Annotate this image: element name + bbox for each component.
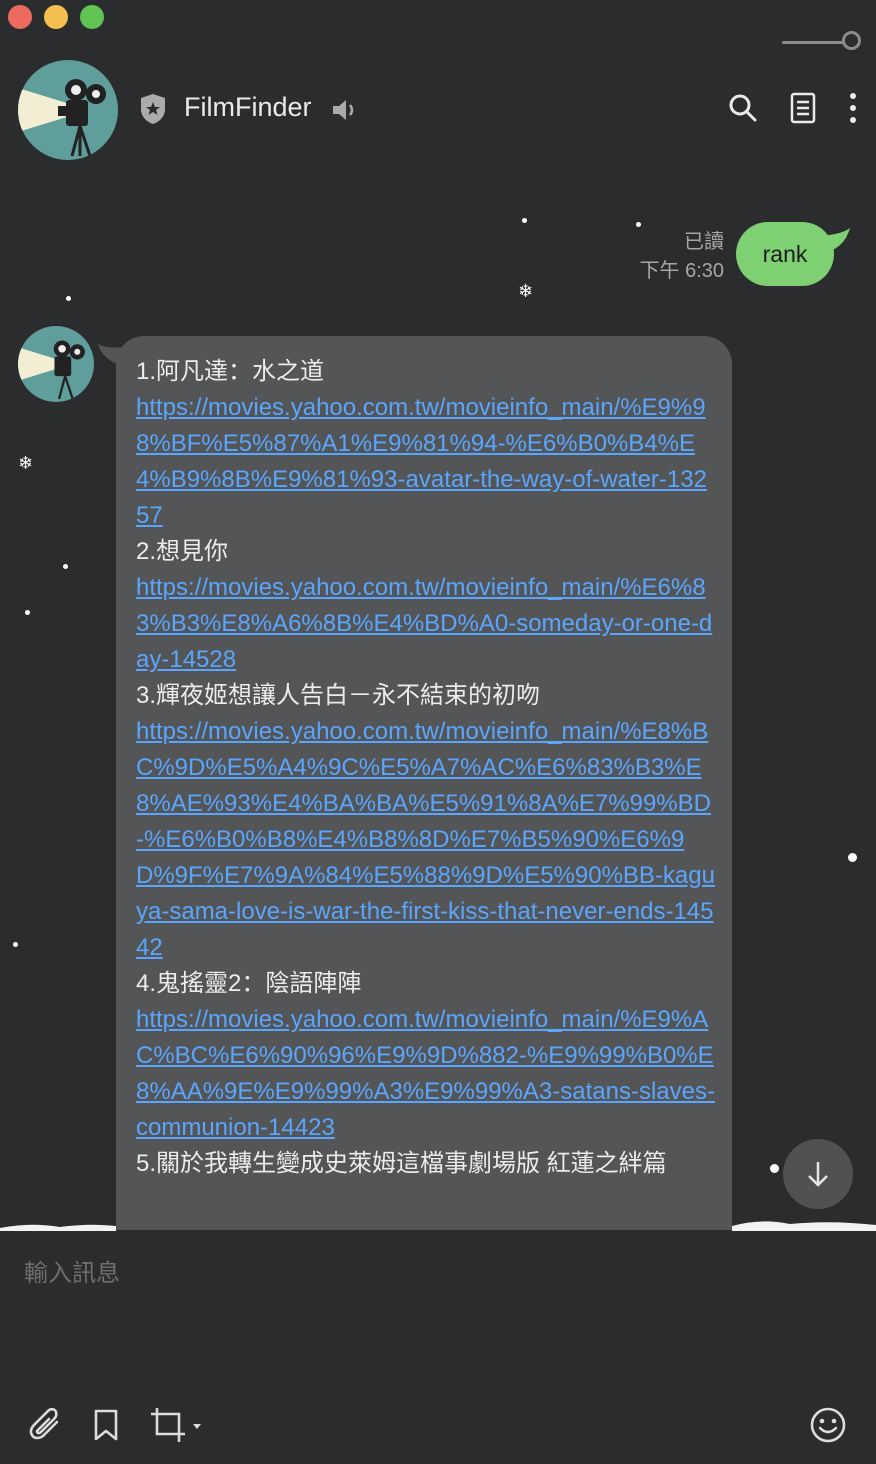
message-body: 1.阿凡達：水之道 https://movies.yahoo.com.tw/mo… <box>136 354 716 1182</box>
close-window-button[interactable] <box>8 5 32 29</box>
snowflake-icon: ❄ <box>18 453 34 474</box>
message-meta: 已讀 下午 6:30 <box>640 228 724 286</box>
zoom-window-button[interactable] <box>80 5 104 29</box>
movie-link[interactable]: https://movies.yahoo.com.tw/movieinfo_ma… <box>136 390 716 534</box>
sent-message-text: rank <box>762 240 808 267</box>
movie-title: 1.阿凡達：水之道 <box>136 358 325 385</box>
received-message-bubble[interactable]: 1.阿凡達：水之道 https://movies.yahoo.com.tw/mo… <box>116 336 732 1230</box>
snow-dot <box>63 564 68 569</box>
chat-title: FilmFinder <box>184 92 312 122</box>
arrow-down-icon <box>808 1162 828 1187</box>
opacity-slider[interactable] <box>782 30 866 54</box>
more-icon[interactable] <box>836 90 870 126</box>
snow-bank <box>0 1221 876 1232</box>
bookmark-icon[interactable] <box>86 1403 126 1447</box>
chat-avatar[interactable] <box>18 60 118 160</box>
movie-link[interactable]: https://movies.yahoo.com.tw/movieinfo_ma… <box>136 714 716 966</box>
sent-message-bubble[interactable]: rank <box>736 222 834 286</box>
message-time: 下午 6:30 <box>639 260 724 282</box>
emoji-icon[interactable] <box>808 1403 848 1447</box>
snowflake-icon: ❄ <box>518 281 534 302</box>
slider-track <box>782 41 844 44</box>
search-icon[interactable] <box>726 90 760 126</box>
snow-dot <box>636 222 641 227</box>
speaker-icon[interactable] <box>330 96 358 124</box>
snow-dot <box>25 610 30 615</box>
notes-icon[interactable] <box>786 90 820 126</box>
chat-header: FilmFinder <box>18 60 876 160</box>
snow-dot <box>848 853 857 862</box>
bot-avatar[interactable] <box>18 326 94 402</box>
read-label: 已讀 <box>684 231 724 253</box>
movie-title: 2.想見你 <box>136 538 229 565</box>
message-composer <box>0 1231 876 1464</box>
movie-link[interactable]: https://movies.yahoo.com.tw/movieinfo_ma… <box>136 1002 716 1146</box>
movie-link[interactable]: https://movies.yahoo.com.tw/movieinfo_ma… <box>136 570 716 678</box>
snow-dot <box>13 942 18 947</box>
shield-star-icon <box>138 92 168 126</box>
movie-title: 3.輝夜姬想讓人告白－永不結束的初吻 <box>136 682 541 709</box>
window-controls <box>8 5 104 29</box>
movie-title: 5.關於我轉生變成史萊姆這檔事劇場版 紅蓮之絆篇 <box>136 1150 667 1177</box>
snow-dot <box>522 218 527 223</box>
message-input[interactable] <box>22 1255 826 1293</box>
attach-icon[interactable] <box>26 1403 66 1447</box>
scroll-to-bottom-button[interactable] <box>783 1139 853 1209</box>
snow-dot <box>770 1164 779 1173</box>
minimize-window-button[interactable] <box>44 5 68 29</box>
slider-knob[interactable] <box>842 31 861 50</box>
crop-icon[interactable] <box>148 1403 206 1447</box>
snow-dot <box>66 296 71 301</box>
movie-title: 4.鬼搖靈2：陰語陣陣 <box>136 970 362 997</box>
